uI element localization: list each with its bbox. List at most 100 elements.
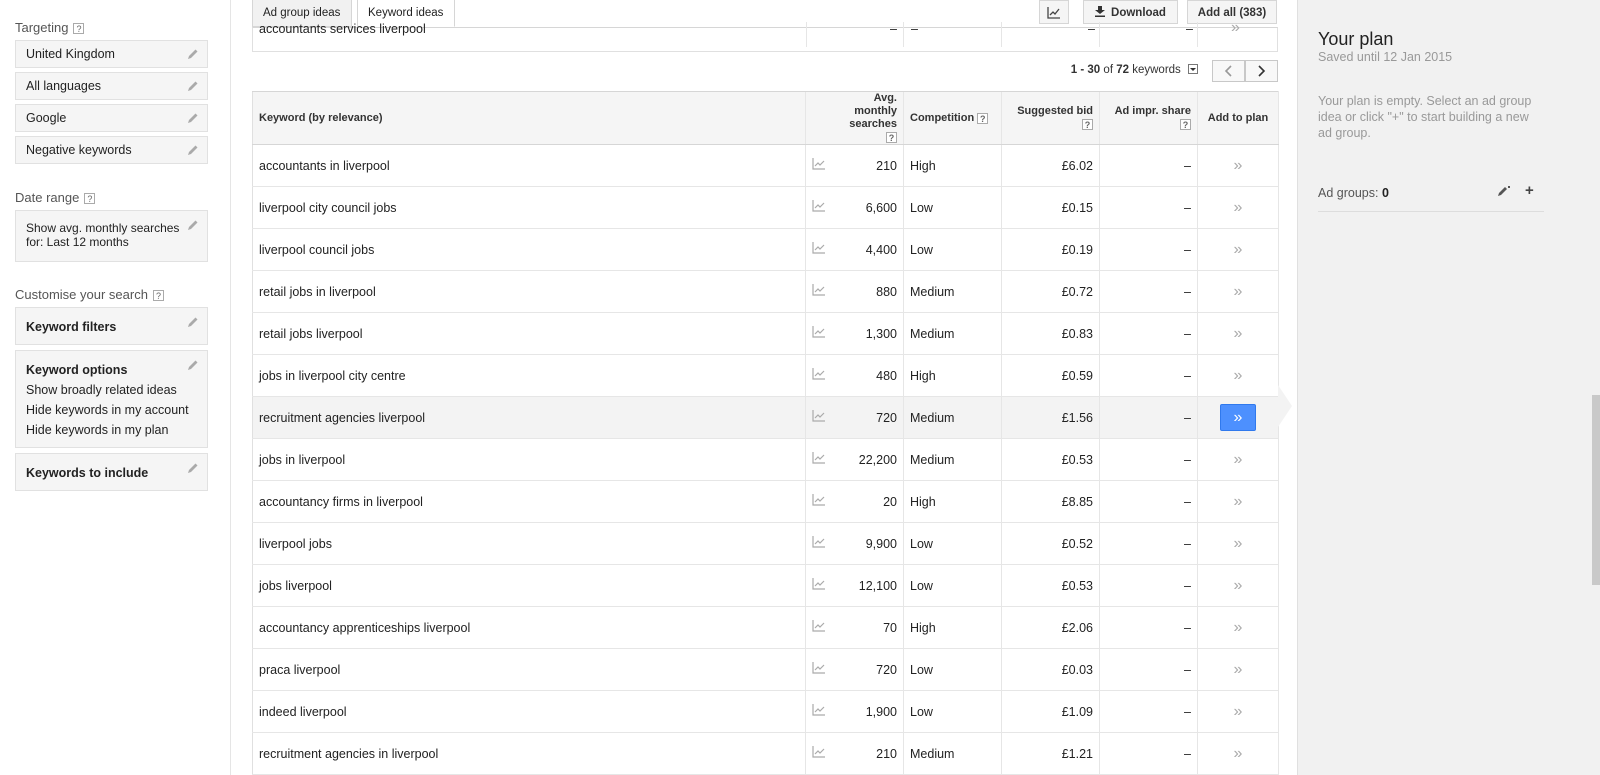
- impr-share-cell: –: [1099, 144, 1198, 187]
- keyword-text: retail jobs in liverpool: [259, 284, 376, 299]
- trend-icon[interactable]: [805, 438, 835, 481]
- table-row: jobs in liverpool 22,200 Medium £0.53– »: [252, 438, 1279, 481]
- add-to-plan-button[interactable]: »: [1220, 404, 1256, 431]
- add-to-plan-button[interactable]: »: [1234, 199, 1243, 216]
- next-page-button[interactable]: [1245, 60, 1278, 82]
- pencil-icon[interactable]: [187, 462, 199, 474]
- help-icon[interactable]: ?: [152, 290, 164, 302]
- competition-cell: Low: [903, 690, 1002, 733]
- keyword-filters-box[interactable]: Keyword filters: [15, 307, 208, 345]
- competition-cell: Low: [903, 228, 1002, 271]
- add-ad-group-button[interactable]: +: [1525, 182, 1534, 199]
- trend-icon[interactable]: [805, 270, 835, 313]
- trend-icon[interactable]: [805, 648, 835, 691]
- keyword-options-box[interactable]: Keyword options Show broadly related ide…: [15, 350, 208, 448]
- pencil-icon[interactable]: [187, 144, 199, 156]
- targeting-negative-keywords[interactable]: Negative keywords: [15, 136, 208, 164]
- competition-cell: Medium: [903, 270, 1002, 313]
- add-to-plan-button[interactable]: »: [1234, 241, 1243, 258]
- help-icon[interactable]: ?: [84, 193, 96, 205]
- targeting-network[interactable]: Google: [15, 104, 208, 132]
- add-to-plan-button[interactable]: »: [1234, 367, 1243, 384]
- trend-icon[interactable]: [805, 480, 835, 523]
- help-icon[interactable]: ?: [886, 131, 897, 143]
- plan-empty-message: Your plan is empty. Select an ad group i…: [1318, 94, 1532, 140]
- competition-cell: High: [903, 606, 1002, 649]
- volume-cell: 12,100: [834, 564, 904, 607]
- trend-icon[interactable]: [805, 522, 835, 565]
- download-icon: [1095, 6, 1106, 17]
- add-to-plan-button[interactable]: »: [1234, 619, 1243, 636]
- targeting-location-label: United Kingdom: [26, 47, 115, 61]
- table-row: accountancy firms in liverpool 20 High £8.8…: [252, 480, 1279, 523]
- header-ad-impr-share[interactable]: Ad impr. share?: [1099, 91, 1198, 145]
- add-to-plan-button[interactable]: »: [1234, 157, 1243, 174]
- trend-icon[interactable]: [805, 186, 835, 229]
- header-trend: [805, 91, 835, 145]
- trend-icon[interactable]: [805, 144, 835, 187]
- pencil-icon[interactable]: [187, 112, 199, 124]
- keyword-option-item: Hide keywords in my plan: [26, 423, 169, 437]
- keywords-to-include-box[interactable]: Keywords to include: [15, 453, 208, 491]
- date-range-box[interactable]: Show avg. monthly searches for: Last 12 …: [15, 210, 208, 262]
- trend-icon[interactable]: [805, 354, 835, 397]
- keyword-cell: indeed liverpool: [252, 690, 806, 733]
- pencil-icon[interactable]: [187, 316, 199, 328]
- add-to-plan-button[interactable]: »: [1234, 745, 1243, 762]
- help-icon[interactable]: ?: [977, 112, 989, 124]
- header-keyword[interactable]: Keyword (by relevance): [252, 91, 806, 145]
- trend-icon[interactable]: [805, 690, 835, 733]
- add-to-plan-button[interactable]: »: [1231, 19, 1240, 37]
- chart-button[interactable]: [1039, 0, 1069, 24]
- keyword-cell: recruitment agencies liverpool: [252, 396, 806, 439]
- keyword-cell: liverpool jobs: [252, 522, 806, 565]
- scrollbar[interactable]: [1592, 395, 1600, 585]
- download-button[interactable]: Download: [1083, 0, 1178, 24]
- targeting-location[interactable]: United Kingdom: [15, 40, 208, 68]
- trend-icon[interactable]: [805, 396, 835, 439]
- add-to-plan-button[interactable]: »: [1234, 283, 1243, 300]
- edit-ad-groups-icon[interactable]: [1496, 185, 1514, 197]
- help-icon[interactable]: ?: [1082, 118, 1093, 130]
- keyword-cell: retail jobs liverpool: [252, 312, 806, 355]
- help-icon[interactable]: ?: [1180, 118, 1191, 130]
- targeting-negative-label: Negative keywords: [26, 143, 132, 157]
- trend-icon[interactable]: [805, 312, 835, 355]
- keyword-text: indeed liverpool: [259, 704, 347, 719]
- trend-icon[interactable]: [805, 564, 835, 607]
- keyword-text: liverpool jobs: [259, 536, 332, 551]
- date-range-line2: for: Last 12 months: [26, 235, 129, 249]
- header-suggested-bid[interactable]: Suggested bid?: [1001, 91, 1100, 145]
- add-to-plan-button[interactable]: »: [1234, 325, 1243, 342]
- pencil-icon[interactable]: [187, 359, 199, 371]
- trend-icon[interactable]: [805, 732, 835, 775]
- keyword-cell: accountancy apprenticeships liverpool: [252, 606, 806, 649]
- add-to-plan-button[interactable]: »: [1234, 493, 1243, 510]
- keyword-text: accountants services liverpool: [259, 22, 426, 36]
- keyword-cell: jobs liverpool: [252, 564, 806, 607]
- targeting-language[interactable]: All languages: [15, 72, 208, 100]
- bid-cell: £2.06: [1001, 606, 1100, 649]
- pencil-icon[interactable]: [187, 219, 199, 231]
- competition-cell: Low: [903, 648, 1002, 691]
- trend-icon[interactable]: [805, 228, 835, 271]
- header-competition[interactable]: Competition ?: [903, 91, 1002, 145]
- competition-cell: Medium: [903, 312, 1002, 355]
- previous-page-button[interactable]: [1212, 60, 1245, 82]
- add-to-plan-button[interactable]: »: [1234, 451, 1243, 468]
- pencil-icon[interactable]: [187, 80, 199, 92]
- add-to-plan-button[interactable]: »: [1234, 661, 1243, 678]
- competition-cell: Medium: [903, 732, 1002, 775]
- add-to-plan-cell: »: [1197, 438, 1279, 481]
- trend-icon[interactable]: [805, 606, 835, 649]
- bid-cell: £0.15: [1001, 186, 1100, 229]
- help-icon[interactable]: ?: [73, 23, 85, 35]
- pencil-icon[interactable]: [187, 48, 199, 60]
- add-to-plan-button[interactable]: »: [1234, 535, 1243, 552]
- add-to-plan-button[interactable]: »: [1234, 577, 1243, 594]
- keyword-text: retail jobs liverpool: [259, 326, 363, 341]
- add-to-plan-cell: »: [1197, 312, 1279, 355]
- dropdown-icon[interactable]: [1188, 64, 1198, 74]
- header-volume[interactable]: Avg. monthly searches ?: [834, 91, 904, 145]
- add-to-plan-button[interactable]: »: [1234, 703, 1243, 720]
